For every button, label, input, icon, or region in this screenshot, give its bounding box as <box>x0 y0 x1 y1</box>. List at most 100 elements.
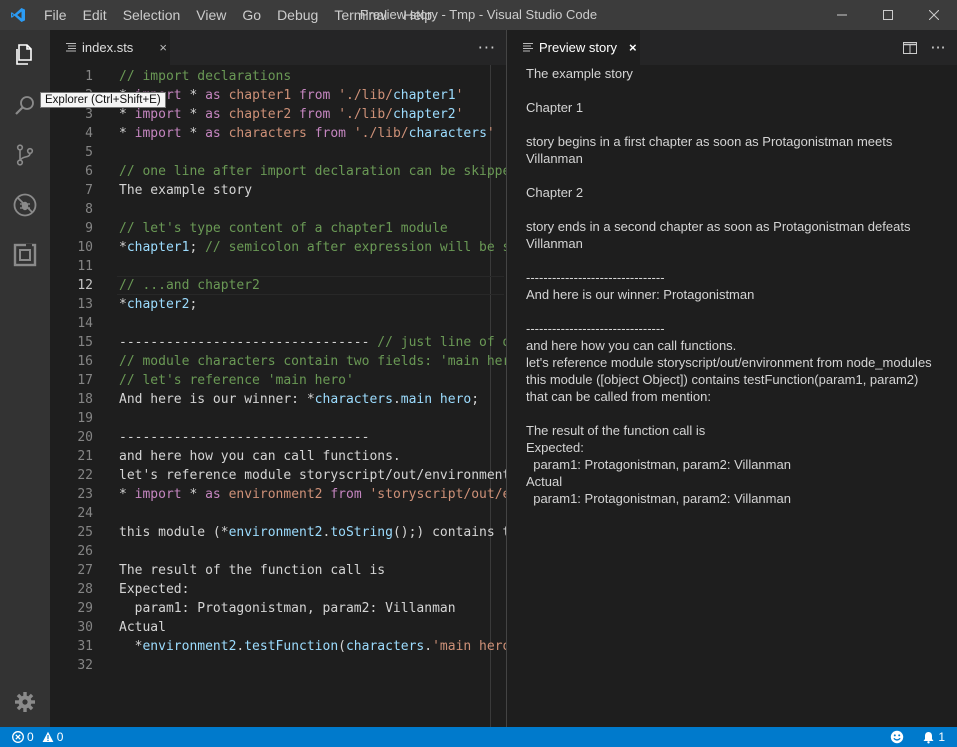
line-number: 16 <box>77 354 93 369</box>
code-line[interactable]: 24 <box>50 504 506 523</box>
code-token: // let's reference 'main hero' <box>119 373 354 388</box>
more-actions-icon[interactable]: ··· <box>924 30 952 65</box>
split-editor-icon[interactable] <box>896 30 924 65</box>
code-line[interactable]: 6 // one line after import declaration ca… <box>50 162 506 181</box>
code-token: param1: Protagonistman, param2: Villanma… <box>119 601 456 616</box>
line-number: 8 <box>85 202 93 217</box>
code-line[interactable]: 8 <box>50 200 506 219</box>
code-line[interactable]: 27 The result of the function call is <box>50 561 506 580</box>
menu-terminal[interactable]: Terminal <box>326 0 395 30</box>
line-number: 19 <box>77 411 93 426</box>
line-number: 6 <box>85 164 93 179</box>
tab-close-icon[interactable]: × <box>159 40 167 55</box>
code-line[interactable]: 22 let's reference module storyscript/out… <box>50 466 506 485</box>
code-token: import <box>134 487 182 502</box>
code-text: Expected: <box>119 580 189 599</box>
menu-selection[interactable]: Selection <box>115 0 189 30</box>
preview-line: let's reference module storyscript/out/e… <box>526 355 932 370</box>
code-line[interactable]: 32 <box>50 656 506 675</box>
code-token: chapter1 <box>392 88 456 103</box>
preview-line: story begins in a first chapter as soon … <box>526 134 893 149</box>
code-line[interactable]: 21 and here how you can call functions. <box>50 447 506 466</box>
maximize-icon[interactable] <box>865 0 911 30</box>
debug-icon[interactable] <box>0 180 50 230</box>
code-line[interactable]: 18 And here is our winner: *characters.ma… <box>50 390 506 409</box>
preview-line: -------------------------------- <box>526 321 665 336</box>
menu-help[interactable]: Help <box>395 0 440 30</box>
code-line[interactable]: 13 *chapter2; <box>50 295 506 314</box>
code-token: chapter2 <box>228 107 292 122</box>
menu-file[interactable]: File <box>36 0 75 30</box>
code-token: 'storyscript/out/e <box>369 487 506 502</box>
code-line[interactable]: 19 <box>50 409 506 428</box>
menu-edit[interactable]: Edit <box>75 0 115 30</box>
code-token: let's reference module storyscript/out/e… <box>119 468 506 483</box>
code-line[interactable]: 4 * import * as characters from './lib/ch… <box>50 124 506 143</box>
code-line[interactable]: 28 Expected: <box>50 580 506 599</box>
code-text: And here is our winner: *characters.main… <box>119 390 479 409</box>
code-token: characters <box>228 126 307 141</box>
tab-preview-story[interactable]: Preview story × <box>507 30 640 65</box>
code-token: ( <box>338 639 346 654</box>
tab-close-icon[interactable]: × <box>629 40 637 55</box>
code-token: * <box>119 126 135 141</box>
close-icon[interactable] <box>911 0 957 30</box>
line-number: 18 <box>77 392 93 407</box>
code-token: . <box>392 392 401 407</box>
code-line[interactable]: 25 this module (*environment2.toString();… <box>50 523 506 542</box>
notifications-button[interactable]: 1 <box>922 730 945 744</box>
smiley-icon[interactable] <box>890 730 904 744</box>
code-line[interactable]: 5 <box>50 143 506 162</box>
gear-icon[interactable] <box>0 677 50 727</box>
code-line[interactable]: 1 // import declarations <box>50 67 506 86</box>
line-number: 20 <box>77 430 93 445</box>
explorer-files-icon[interactable] <box>0 30 50 80</box>
extensions-icon[interactable] <box>0 230 50 280</box>
code-text: // one line after import declaration can… <box>119 162 506 181</box>
code-line[interactable]: 7 The example story <box>50 181 506 200</box>
editor-more-actions-icon[interactable]: ··· <box>478 30 496 65</box>
code-line[interactable]: 9 // let's type content of a chapter1 mod… <box>50 219 506 238</box>
menu-go[interactable]: Go <box>234 0 269 30</box>
code-line[interactable]: 31 *environment2. testFunction(characters… <box>50 637 506 656</box>
code-line[interactable]: 30 Actual <box>50 618 506 637</box>
minimize-icon[interactable] <box>819 0 865 30</box>
code-token: import <box>134 126 182 141</box>
code-token: Expected: <box>119 582 190 597</box>
code-token: from <box>299 107 331 122</box>
preview-line <box>526 82 951 99</box>
line-number: 12 <box>77 278 93 293</box>
code-line[interactable]: 14 <box>50 314 506 333</box>
code-token: from <box>330 487 362 502</box>
line-number: 30 <box>77 620 93 635</box>
code-line[interactable]: 26 <box>50 542 506 561</box>
code-line[interactable]: 17 // let's reference 'main hero' <box>50 371 506 390</box>
code-line[interactable]: 16 // module characters contain two field… <box>50 352 506 371</box>
code-line[interactable]: 11 <box>50 257 506 276</box>
tab-label: Preview story <box>539 40 618 55</box>
tab-index-sts[interactable]: index.sts × <box>50 30 170 65</box>
menu-debug[interactable]: Debug <box>269 0 326 30</box>
source-control-icon[interactable] <box>0 130 50 180</box>
code-line[interactable]: 29 param1: Protagonistman, param2: Villa… <box>50 599 506 618</box>
code-token: // module characters contain two fields:… <box>119 354 506 369</box>
code-token: -------------------------------- <box>119 335 378 350</box>
problems-indicator[interactable]: 0 0 <box>12 727 63 747</box>
menu-view[interactable]: View <box>188 0 234 30</box>
code-line[interactable]: 23 * import * as environment2 from 'story… <box>50 485 506 504</box>
code-line[interactable]: 12 // ...and chapter2 <box>50 276 506 295</box>
code-text: The example story <box>119 181 252 200</box>
warning-count: 0 <box>56 730 64 744</box>
code-token: // just line of d <box>377 335 506 350</box>
code-line[interactable]: 10 *chapter1; // semicolon after expressi… <box>50 238 506 257</box>
code-line[interactable]: 15 -------------------------------- // ju… <box>50 333 506 352</box>
explorer-tooltip: Explorer (Ctrl+Shift+E) <box>40 92 166 108</box>
code-line[interactable]: 20 -------------------------------- <box>50 428 506 447</box>
preview-lines-icon <box>523 40 533 55</box>
code-editor[interactable]: 1// import declarations2* import * as ch… <box>50 65 506 727</box>
preview-line: and here how you can call functions. <box>526 338 737 353</box>
